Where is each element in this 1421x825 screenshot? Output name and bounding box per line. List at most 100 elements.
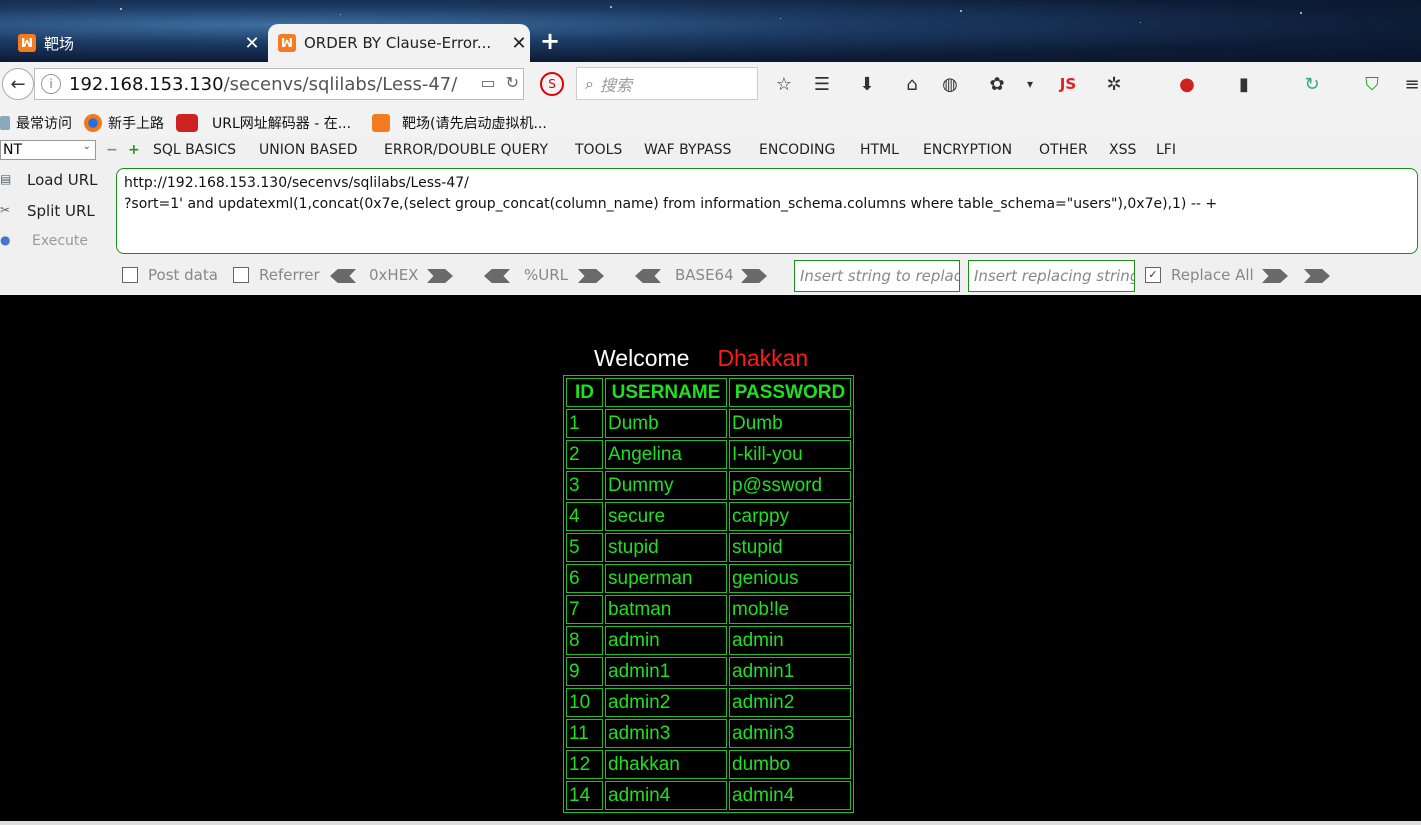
menu-waf-bypass[interactable]: WAF BYPASS	[644, 142, 731, 158]
reload-icon[interactable]: ↻	[506, 73, 519, 92]
gear-icon	[0, 116, 10, 130]
js-icon[interactable]: JS	[1056, 72, 1080, 96]
noscript-icon[interactable]: S	[540, 72, 564, 96]
url-decode-arrow[interactable]	[484, 269, 510, 283]
replace-next-arrow[interactable]	[1304, 269, 1330, 283]
bookmarks-toolbar: 最常访问 新手上路 URL网址解码器 - 在... 靶场(请先启动虚拟机...	[0, 106, 1421, 138]
cell-username: batman	[605, 595, 727, 624]
close-tab-icon[interactable]: ✕	[508, 33, 530, 54]
bug-icon[interactable]: ✲	[1102, 72, 1126, 96]
hackbar-url-textarea[interactable]: http://192.168.153.130/secenvs/sqlilabs/…	[116, 168, 1418, 254]
bookmark-label: 新手上路	[108, 116, 164, 132]
load-url-button[interactable]: ▤ Load URL	[0, 171, 98, 189]
post-data-checkbox[interactable]: Post data	[122, 266, 218, 284]
menu-encryption[interactable]: ENCRYPTION	[923, 142, 1012, 158]
plus-icon[interactable]: +	[128, 142, 140, 158]
users-table-body: 1 Dumb Dumb 2 Angelina I-kill-you 3 Dummy p@sswo…	[566, 409, 851, 810]
tab-bachang[interactable]: ꟽ 靶场 ✕	[8, 24, 263, 62]
menu-xss[interactable]: XSS	[1109, 142, 1136, 158]
info-icon[interactable]: i	[41, 74, 61, 94]
bookmark-most-visited[interactable]: 最常访问	[0, 113, 72, 133]
palette-icon[interactable]: ✿	[985, 72, 1009, 96]
eye-icon	[176, 114, 198, 132]
new-tab-button[interactable]: +	[540, 27, 560, 55]
minus-icon[interactable]: −	[106, 142, 118, 158]
bookmark-star-icon[interactable]: ☆	[772, 72, 796, 96]
table-row: 6 superman genious	[566, 564, 851, 593]
tab-title: 靶场	[44, 34, 75, 53]
bookmark-url-decoder[interactable]: URL网址解码器 - 在...	[176, 113, 351, 133]
address-bar[interactable]: i 192.168.153.130/secenvs/sqlilabs/Less-…	[34, 68, 524, 100]
bars-icon[interactable]: ▮	[1232, 72, 1256, 96]
welcome-text: Welcome	[594, 345, 690, 371]
cell-id: 5	[566, 533, 603, 562]
menu-sql-basics[interactable]: SQL BASICS	[153, 142, 236, 158]
bookmark-label: 最常访问	[16, 116, 72, 132]
cell-username: admin	[605, 626, 727, 655]
menu-html[interactable]: HTML	[860, 142, 899, 158]
menu-encoding[interactable]: ENCODING	[759, 142, 835, 158]
execute-button[interactable]: ● Execute	[0, 233, 88, 249]
menu-other[interactable]: OTHER	[1039, 142, 1088, 158]
split-url-button[interactable]: ✂ Split URL	[0, 202, 95, 220]
cell-username: secure	[605, 502, 727, 531]
record-icon[interactable]: ●	[1175, 72, 1199, 96]
home-icon[interactable]: ⌂	[900, 72, 924, 96]
menu-icon[interactable]: ≡	[1400, 72, 1421, 96]
replace-all-checkbox[interactable]: ✓ Replace All	[1145, 266, 1254, 284]
menu-tools[interactable]: TOOLS	[575, 142, 622, 158]
menu-error-double-query[interactable]: ERROR/DOUBLE QUERY	[384, 142, 548, 158]
cell-username: admin1	[605, 657, 727, 686]
referrer-checkbox[interactable]: Referrer	[233, 266, 320, 284]
download-icon[interactable]: ⬇	[855, 72, 879, 96]
back-button[interactable]: ←	[2, 68, 34, 100]
xampp-icon	[372, 114, 390, 132]
url-host: 192.168.153.130	[69, 73, 224, 95]
replace-arrow[interactable]	[1262, 269, 1288, 283]
url-label: %URL	[524, 266, 569, 284]
url-encode-arrow[interactable]	[578, 269, 604, 283]
navigation-bar: ← i 192.168.153.130/secenvs/sqlilabs/Les…	[0, 62, 1421, 106]
chevron-down-icon: ⌄	[82, 141, 91, 152]
table-row: 7 batman mob!le	[566, 595, 851, 624]
find-string-input[interactable]: Insert string to replace	[794, 260, 960, 292]
menu-union-based[interactable]: UNION BASED	[259, 142, 358, 158]
table-row: 3 Dummy p@ssword	[566, 471, 851, 500]
close-tab-icon[interactable]: ✕	[241, 33, 263, 54]
cell-id: 3	[566, 471, 603, 500]
checkbox-icon	[122, 267, 138, 283]
split-url-label: Split URL	[27, 202, 95, 220]
bookmark-getting-started[interactable]: 新手上路	[84, 113, 164, 133]
shield-icon[interactable]: ⛉	[1360, 72, 1384, 96]
cell-id: 14	[566, 781, 603, 810]
welcome-heading: Welcome Dhakkan	[594, 345, 808, 372]
dropdown-icon[interactable]: ▾	[1018, 72, 1042, 96]
reader-view-icon[interactable]: ▭	[480, 73, 495, 92]
base64-encode-arrow[interactable]	[741, 269, 767, 283]
cell-password: Dumb	[729, 409, 851, 438]
base64-decode-arrow[interactable]	[635, 269, 661, 283]
cell-password: admin2	[729, 688, 851, 717]
reading-list-icon[interactable]: ☰	[810, 72, 834, 96]
search-placeholder: 搜索	[599, 75, 632, 95]
hex-encode-arrow[interactable]	[427, 269, 453, 283]
globe-icon[interactable]: ◍	[938, 72, 962, 96]
replace-string-input[interactable]: Insert replacing string	[968, 260, 1135, 292]
hackbar-select[interactable]: NT ⌄	[0, 140, 96, 160]
search-input[interactable]: ⌕ 搜索	[576, 67, 758, 100]
cell-id: 4	[566, 502, 603, 531]
menu-lfi[interactable]: LFI	[1156, 142, 1176, 158]
execute-icon: ●	[0, 233, 11, 247]
bookmark-bachang[interactable]: 靶场(请先启动虚拟机...	[372, 113, 547, 133]
cell-password: admin	[729, 626, 851, 655]
cell-id: 7	[566, 595, 603, 624]
cell-password: I-kill-you	[729, 440, 851, 469]
horizontal-scrollbar[interactable]	[0, 821, 1421, 825]
tab-order-by[interactable]: ꟽ ORDER BY Clause-Error... ✕	[268, 24, 530, 62]
checkbox-icon	[233, 267, 249, 283]
table-row: 8 admin admin	[566, 626, 851, 655]
sync-icon[interactable]: ↻	[1300, 72, 1324, 96]
cell-username: superman	[605, 564, 727, 593]
hex-decode-arrow[interactable]	[330, 269, 356, 283]
cell-username: dhakkan	[605, 750, 727, 779]
